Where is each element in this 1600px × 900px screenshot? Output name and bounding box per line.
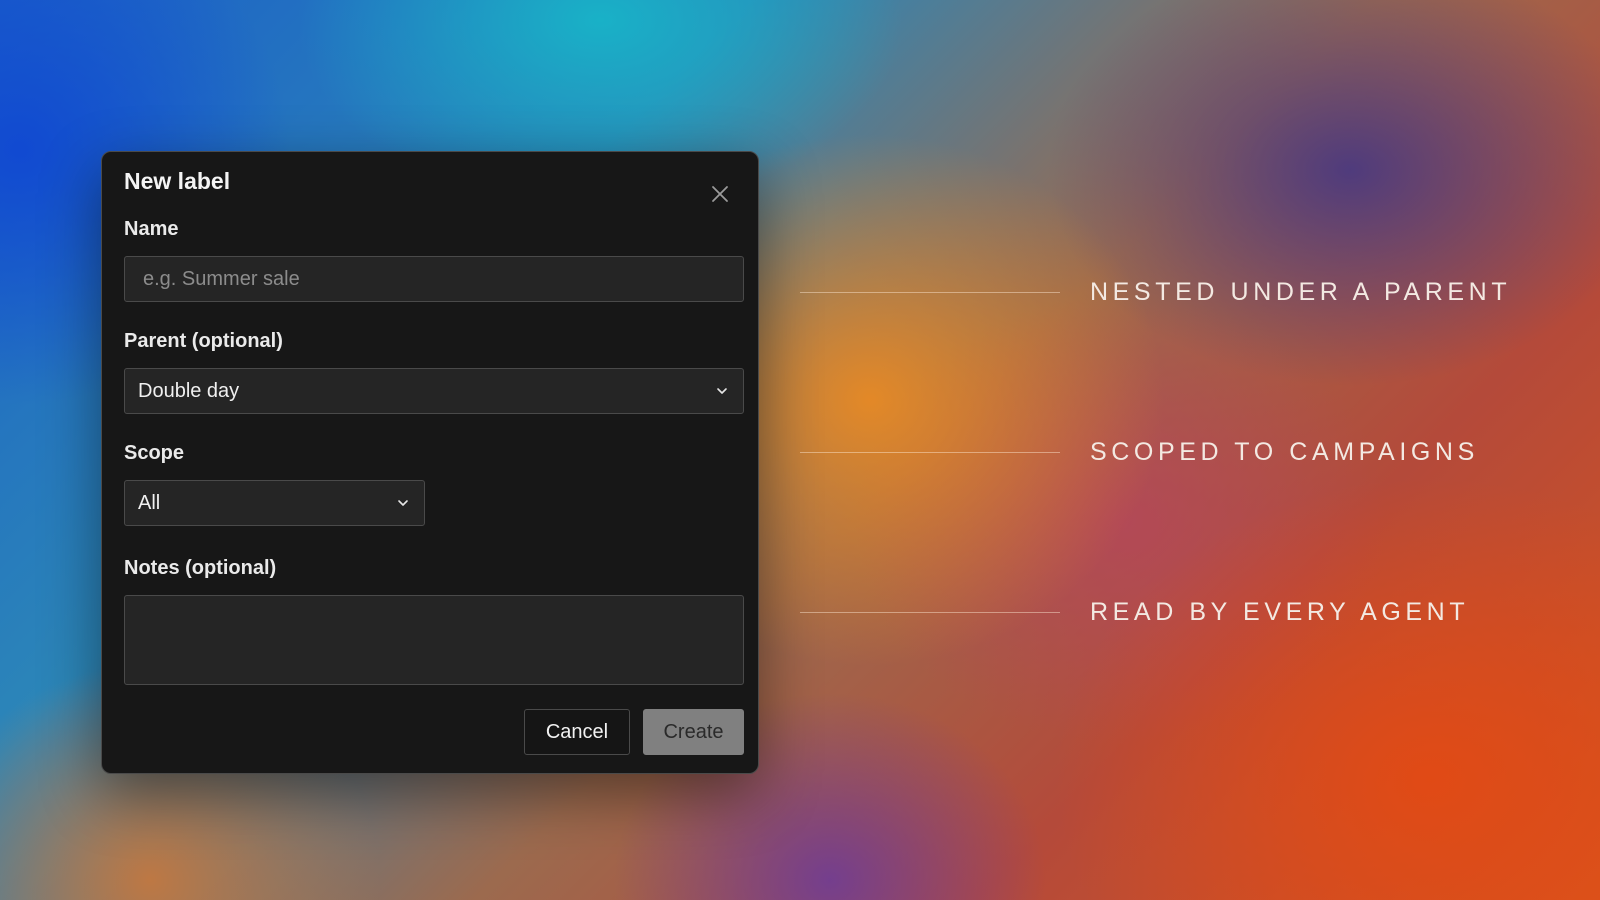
callout-connector-line xyxy=(800,452,1060,453)
close-icon xyxy=(712,186,728,202)
scope-select[interactable]: All xyxy=(124,480,425,526)
parent-select[interactable]: Double day xyxy=(124,368,744,414)
parent-label: Parent (optional) xyxy=(124,330,283,352)
close-button[interactable] xyxy=(708,182,732,206)
scope-select-value: All xyxy=(138,491,161,514)
name-label: Name xyxy=(124,218,179,240)
create-button[interactable]: Create xyxy=(643,709,744,755)
dialog-title: New label xyxy=(124,168,231,194)
chevron-down-icon xyxy=(717,388,727,394)
callout-connector-line xyxy=(800,612,1060,613)
parent-select-value: Double day xyxy=(138,379,240,402)
scope-label: Scope xyxy=(124,442,185,464)
callout-nested: NESTED UNDER A PARENT xyxy=(800,278,1580,308)
notes-label: Notes (optional) xyxy=(124,557,277,579)
name-input[interactable] xyxy=(124,256,744,302)
chevron-down-icon xyxy=(398,500,408,506)
callout-text: READ BY EVERY AGENT xyxy=(1090,598,1470,626)
notes-textarea[interactable] xyxy=(124,595,744,685)
new-label-dialog: New label Name Parent (optional) Double … xyxy=(101,151,759,774)
callout-scoped: SCOPED TO CAMPAIGNS xyxy=(800,438,1580,468)
callout-text: NESTED UNDER A PARENT xyxy=(1090,278,1512,306)
callout-agent: READ BY EVERY AGENT xyxy=(800,598,1580,628)
cancel-button[interactable]: Cancel xyxy=(524,709,630,755)
callout-connector-line xyxy=(800,292,1060,293)
callout-text: SCOPED TO CAMPAIGNS xyxy=(1090,438,1479,466)
